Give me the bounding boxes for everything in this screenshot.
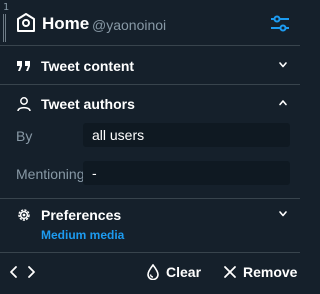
close-icon	[224, 266, 236, 278]
section-label: Tweet content	[41, 58, 135, 74]
section-label: Tweet authors	[41, 96, 135, 112]
header-divider	[0, 45, 300, 46]
mentioning-field[interactable]: -	[83, 161, 290, 185]
column-username: @yaonoinoi	[92, 17, 167, 33]
section-divider	[0, 198, 300, 199]
by-label: By	[16, 128, 33, 144]
section-divider	[0, 84, 300, 85]
user-icon	[17, 97, 31, 112]
remove-label: Remove	[243, 264, 298, 280]
column-title: Home	[42, 14, 90, 33]
chevron-down-icon[interactable]	[278, 209, 288, 219]
column-header: Home @yaonoinoi	[0, 0, 300, 50]
clear-label: Clear	[166, 264, 202, 280]
gear-icon	[18, 209, 30, 221]
by-field[interactable]: all users	[83, 123, 290, 147]
section-label: Preferences	[41, 207, 122, 223]
home-icon[interactable]	[16, 12, 36, 34]
column-footer: Clear Remove	[0, 256, 300, 294]
remove-button[interactable]: Remove	[223, 262, 297, 282]
chevron-left-icon[interactable]	[7, 264, 21, 280]
preferences-summary[interactable]: Medium media	[41, 228, 124, 242]
chevron-down-icon[interactable]	[278, 60, 288, 70]
section-tweet-content[interactable]: Tweet content	[0, 52, 300, 82]
sliders-icon[interactable]	[270, 14, 290, 34]
chevron-right-icon[interactable]	[24, 264, 38, 280]
clear-button[interactable]: Clear	[146, 262, 201, 282]
footer-divider	[0, 252, 300, 253]
section-tweet-authors[interactable]: Tweet authors	[0, 90, 300, 120]
chevron-up-icon[interactable]	[278, 98, 288, 108]
mentioning-label: Mentioning	[16, 166, 85, 182]
quote-icon	[17, 61, 30, 71]
section-preferences[interactable]: Preferences	[0, 201, 300, 231]
drop-icon	[147, 264, 159, 280]
